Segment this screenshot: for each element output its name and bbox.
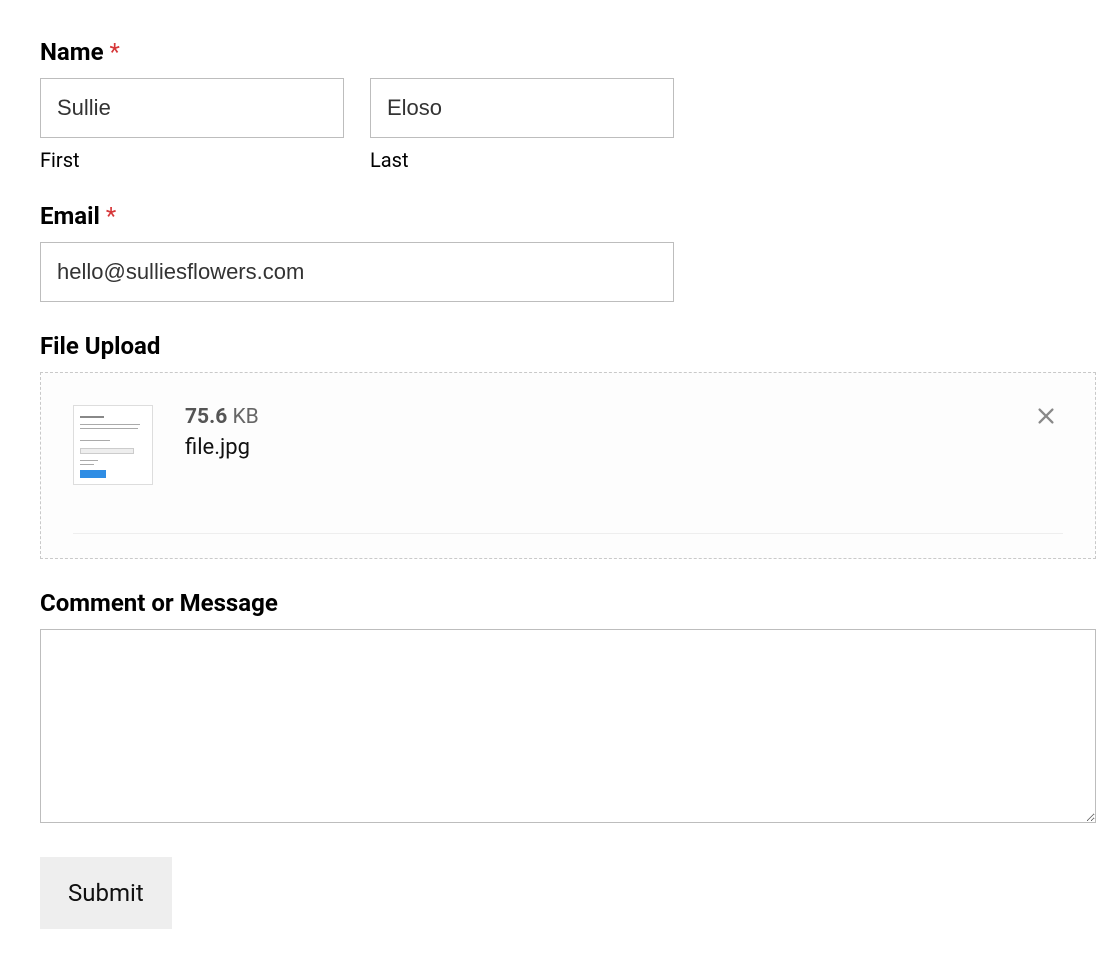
submit-row: Submit (40, 857, 1096, 929)
close-icon (1035, 405, 1057, 427)
name-label-text: Name (40, 38, 104, 66)
remove-file-button[interactable] (1035, 405, 1063, 433)
first-name-input[interactable] (40, 78, 344, 138)
file-info: 75.6 KB file.jpg (185, 405, 259, 460)
file-upload-field: File Upload 75.6 KB file.jpg (40, 332, 1096, 559)
comment-field: Comment or Message (40, 589, 1096, 827)
file-name: file.jpg (185, 435, 259, 460)
name-field: Name * First Last (40, 38, 1096, 172)
file-upload-label: File Upload (40, 332, 1096, 360)
file-thumbnail (73, 405, 153, 485)
submit-button[interactable]: Submit (40, 857, 172, 929)
email-label: Email * (40, 202, 1096, 230)
first-name-sublabel: First (40, 148, 344, 172)
uploaded-file-row: 75.6 KB file.jpg (73, 405, 1063, 534)
email-input[interactable] (40, 242, 674, 302)
comment-label: Comment or Message (40, 589, 1096, 617)
file-size-unit: KB (227, 405, 258, 429)
name-label: Name * (40, 38, 1096, 66)
last-name-input[interactable] (370, 78, 674, 138)
email-label-text: Email (40, 202, 100, 230)
file-size: 75.6 KB (185, 405, 259, 429)
last-name-sublabel: Last (370, 148, 674, 172)
comment-textarea[interactable] (40, 629, 1096, 823)
email-field: Email * (40, 202, 1096, 302)
file-size-number: 75.6 (185, 405, 227, 429)
required-asterisk: * (110, 38, 120, 66)
file-upload-dropzone[interactable]: 75.6 KB file.jpg (40, 372, 1096, 559)
required-asterisk: * (106, 202, 116, 230)
